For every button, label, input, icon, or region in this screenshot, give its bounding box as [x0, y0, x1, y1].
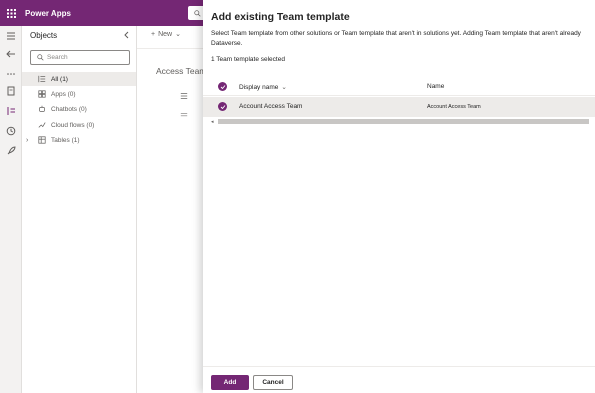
- table-row-icon: [180, 111, 188, 119]
- dialog-title: Add existing Team template: [211, 11, 350, 23]
- deploy-rocket-icon[interactable]: [5, 145, 17, 157]
- hamburger-icon[interactable]: [5, 30, 17, 42]
- objects-item-label: Tables (1): [51, 136, 80, 144]
- objects-item-apps[interactable]: Apps (0): [22, 87, 136, 101]
- objects-item-label: All (1): [51, 75, 68, 83]
- history-icon[interactable]: [5, 125, 17, 137]
- search-icon: [194, 9, 201, 17]
- grid-header: Display name ⌄ Name: [203, 78, 595, 96]
- search-placeholder: Search: [47, 54, 68, 61]
- scrollbar-thumb[interactable]: [218, 119, 589, 124]
- table-icon: [37, 135, 47, 145]
- chevron-down-icon: ⌄: [175, 31, 181, 38]
- footer-divider: [203, 366, 595, 367]
- row-checkbox[interactable]: [218, 102, 227, 111]
- chatbot-icon: [37, 104, 47, 114]
- column-header-label: Display name: [239, 83, 279, 91]
- new-button[interactable]: + New ⌄: [151, 30, 181, 39]
- chevron-right-icon[interactable]: ›: [26, 137, 28, 144]
- select-all-checkbox[interactable]: [218, 82, 227, 91]
- objects-item-tables[interactable]: › Tables (1): [22, 133, 136, 147]
- cancel-button[interactable]: Cancel: [253, 375, 293, 390]
- objects-item-cloud-flows[interactable]: Cloud flows (0): [22, 118, 136, 132]
- chevron-left-icon: [124, 31, 129, 39]
- checkmark-icon: [220, 84, 225, 89]
- new-button-label: New: [158, 30, 173, 38]
- app-launcher-button[interactable]: [0, 0, 22, 26]
- collapse-panel-button[interactable]: [122, 30, 132, 40]
- left-rail: [0, 26, 22, 393]
- apps-icon: [37, 89, 47, 99]
- objects-item-chatbots[interactable]: Chatbots (0): [22, 102, 136, 116]
- column-header-display-name[interactable]: Display name ⌄: [239, 83, 287, 92]
- table-row[interactable]: Account Access Team Account Access Team: [203, 97, 595, 117]
- selected-count: 1 Team template selected: [211, 56, 285, 63]
- cell-display-name: Account Access Team: [239, 103, 303, 110]
- back-arrow-icon[interactable]: [5, 48, 17, 60]
- scroll-left-icon[interactable]: ◂: [211, 119, 218, 125]
- divider: [137, 48, 203, 49]
- search-icon: [37, 54, 44, 61]
- objects-item-label: Apps (0): [51, 90, 76, 98]
- more-icon[interactable]: [5, 68, 17, 80]
- page-title: Access Team: [156, 66, 207, 76]
- objects-panel: Objects Search All (1) Apps (0) Chatbots…: [22, 26, 137, 393]
- objects-item-all[interactable]: All (1): [22, 72, 136, 86]
- column-header-name[interactable]: Name: [427, 83, 444, 90]
- list-icon: [37, 74, 47, 84]
- add-button[interactable]: Add: [211, 375, 249, 390]
- horizontal-scrollbar[interactable]: ◂: [211, 118, 593, 125]
- solutions-icon[interactable]: [5, 85, 17, 97]
- objects-item-label: Chatbots (0): [51, 105, 87, 113]
- cell-name: Account Access Team: [427, 104, 481, 110]
- objects-icon[interactable]: [5, 105, 17, 117]
- list-icon: [180, 92, 188, 100]
- flow-icon: [37, 120, 47, 130]
- checkmark-icon: [220, 104, 225, 109]
- objects-title: Objects: [30, 31, 58, 40]
- waffle-icon: [6, 8, 16, 18]
- objects-item-label: Cloud flows (0): [51, 121, 95, 129]
- app-name: Power Apps: [25, 8, 71, 18]
- chevron-down-icon: ⌄: [281, 84, 287, 91]
- objects-search-input[interactable]: Search: [30, 50, 130, 65]
- plus-icon: +: [151, 30, 156, 38]
- add-existing-dialog: Add existing Team template Select Team t…: [203, 0, 595, 393]
- main-content: + New ⌄ Access Team: [137, 26, 207, 393]
- dialog-description: Select Team template from other solution…: [211, 30, 581, 47]
